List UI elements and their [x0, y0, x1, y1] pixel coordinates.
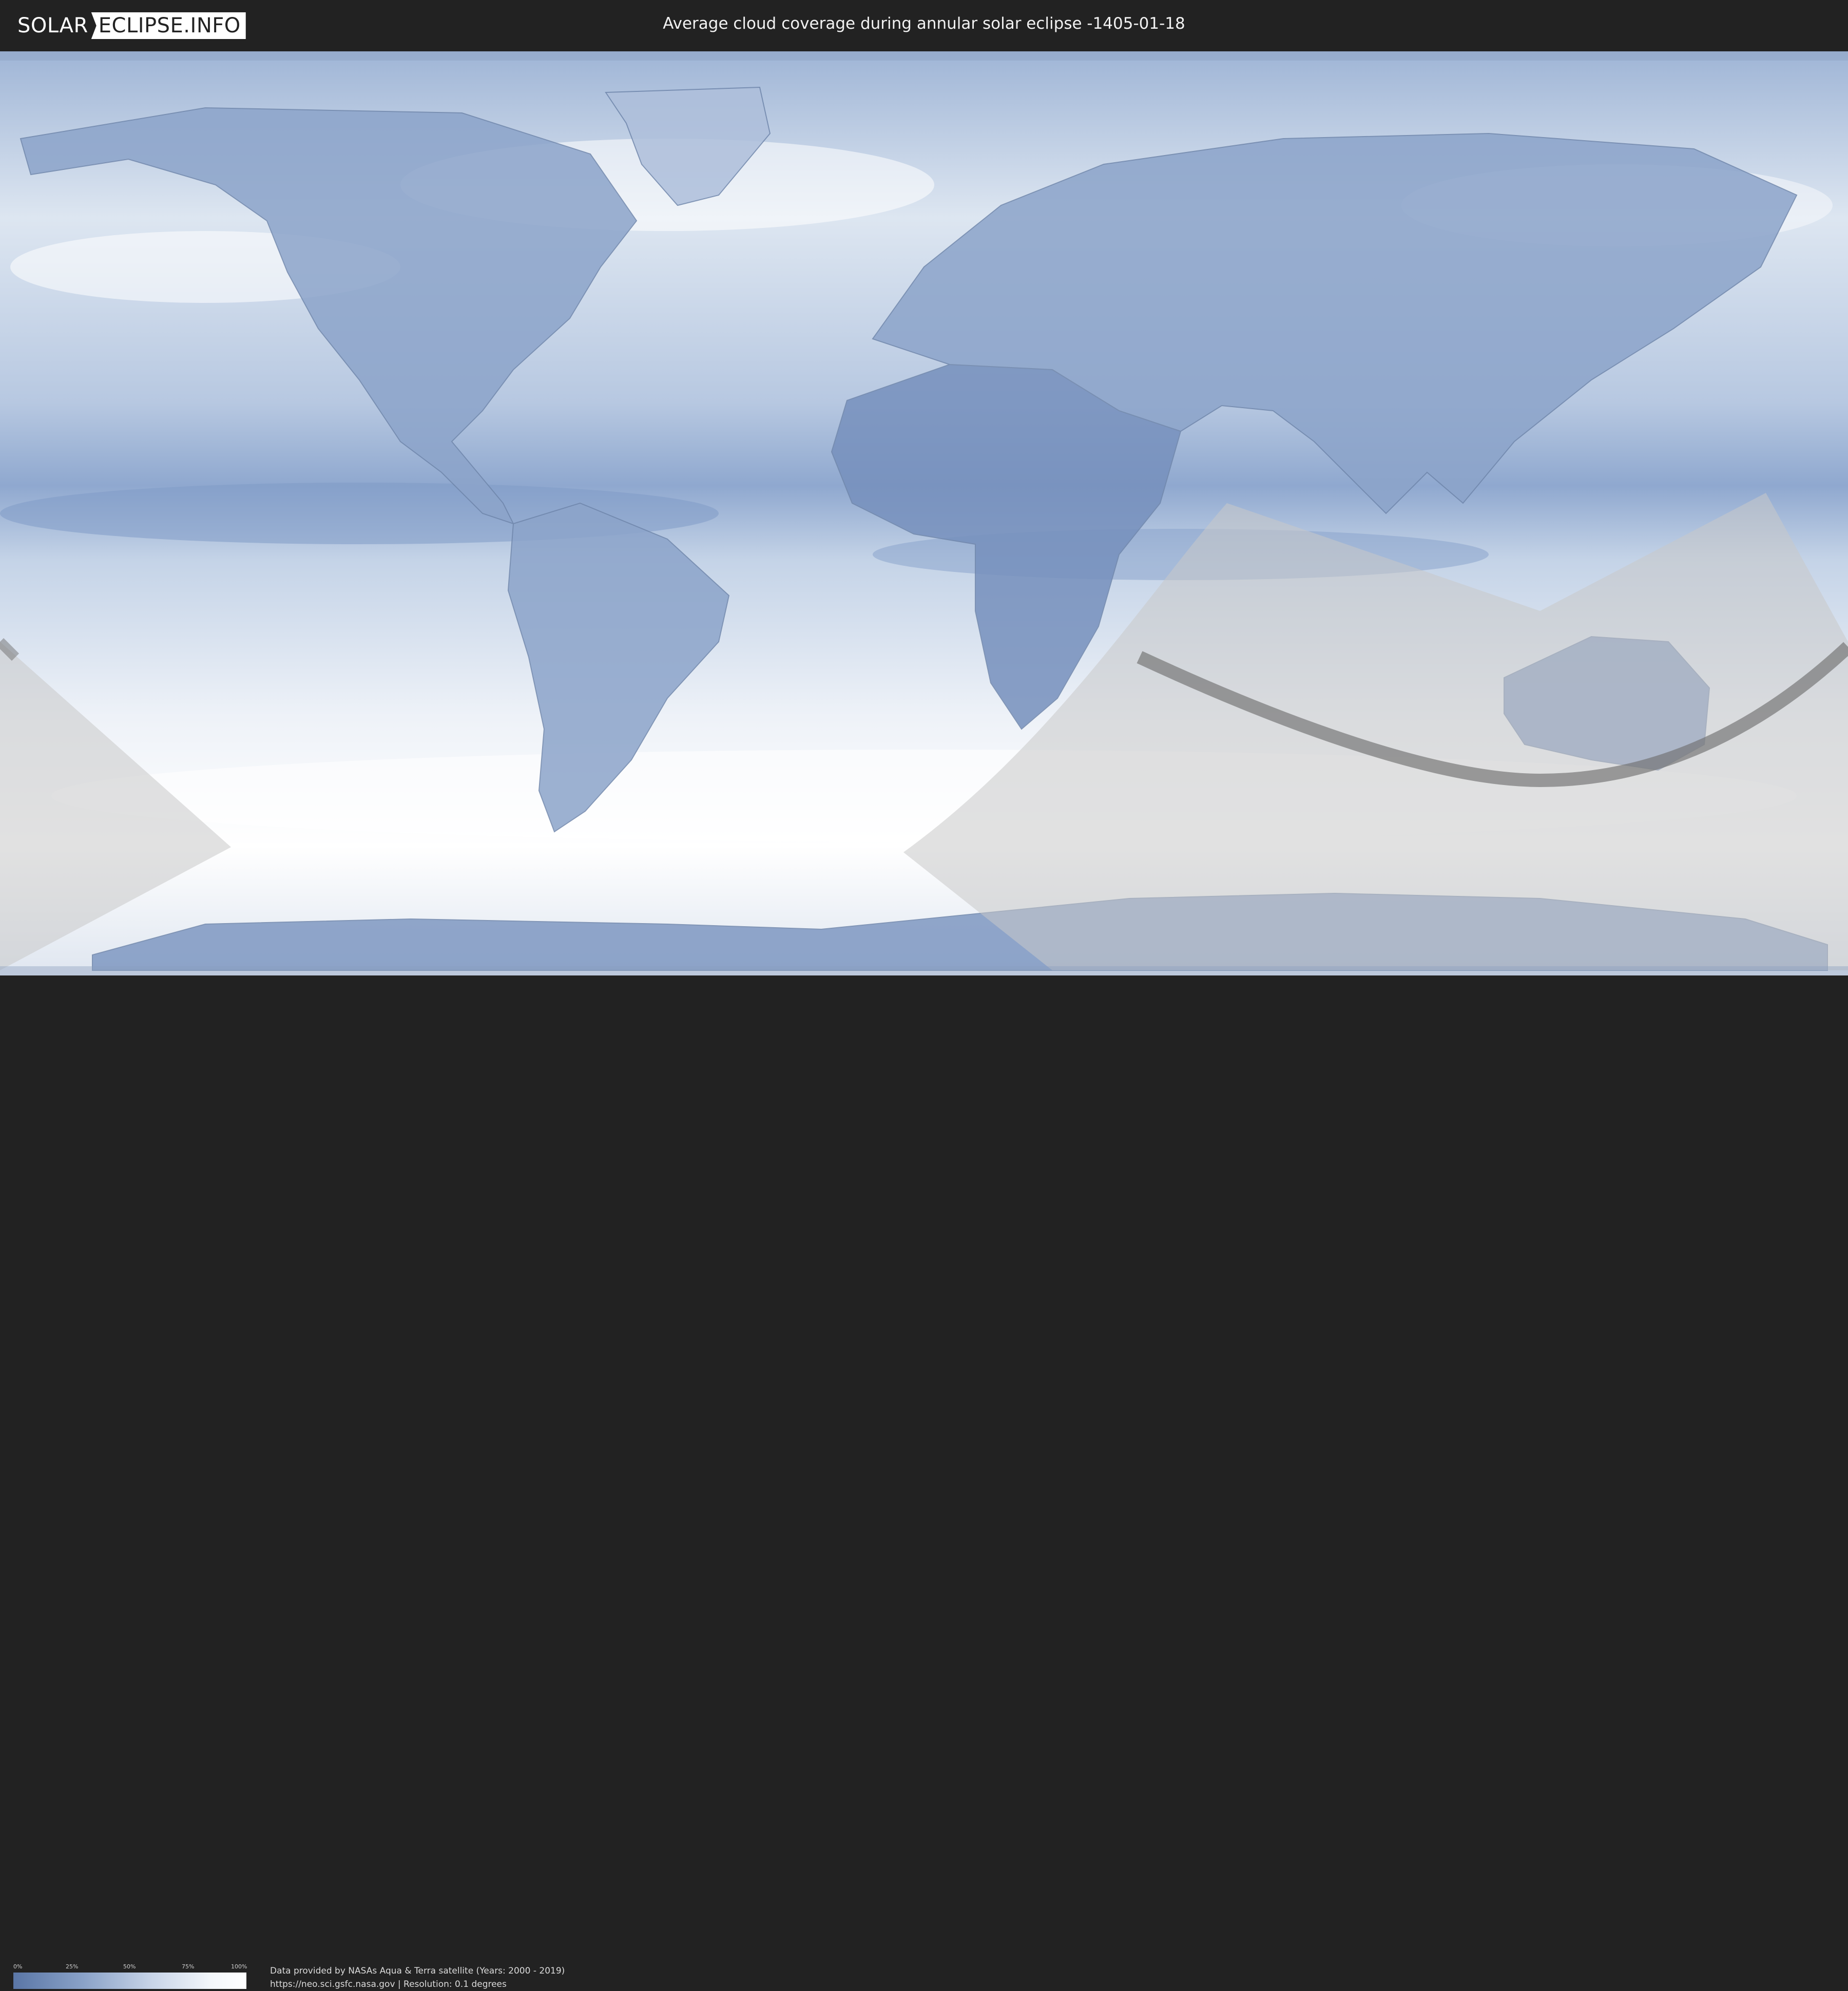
header-bar: SOLAR ECLIPSE.INFO Average cloud coverag… [0, 0, 1848, 51]
legend-tick: 100% [231, 1963, 247, 1970]
legend-tick: 0% [13, 1963, 23, 1970]
page-title: Average cloud coverage during annular so… [663, 14, 1185, 33]
cloud-coverage-map[interactable] [0, 51, 1848, 975]
footer-bar: 0% 25% 50% 75% 100% Data provided by NAS… [0, 975, 1848, 1989]
legend-tick: 50% [123, 1963, 136, 1970]
legend-tick: 25% [66, 1963, 79, 1970]
credits-line-2: https://neo.sci.gsfc.nasa.gov | Resoluti… [270, 1979, 507, 1989]
cloud-coverage-legend: 0% 25% 50% 75% 100% [13, 1963, 247, 1989]
legend-ticks: 0% 25% 50% 75% 100% [13, 1963, 247, 1970]
data-credits: Data provided by NASAs Aqua & Terra sate… [270, 1964, 565, 1991]
legend-gradient-bar [13, 1973, 246, 1989]
credits-line-1: Data provided by NASAs Aqua & Terra sate… [270, 1966, 565, 1976]
legend-tick: 75% [182, 1963, 195, 1970]
map-canvas [0, 51, 1848, 975]
